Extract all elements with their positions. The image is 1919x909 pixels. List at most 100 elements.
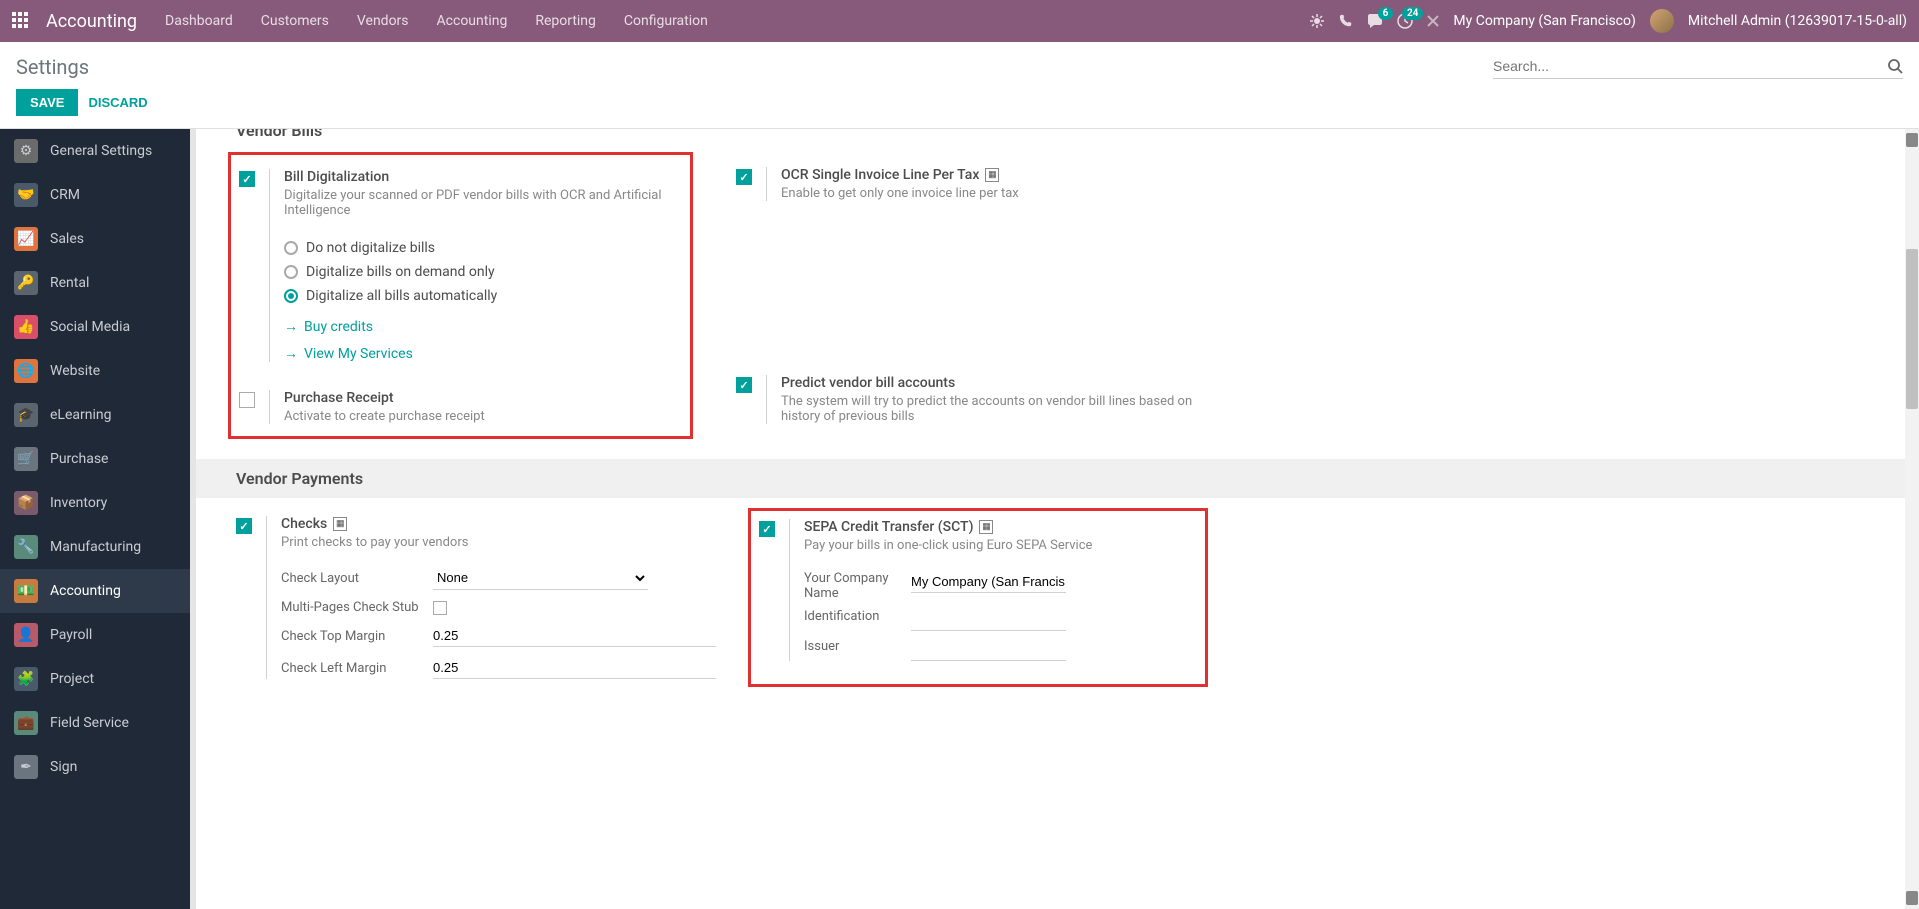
content-scrollbar-thumb[interactable] bbox=[1906, 891, 1918, 905]
sidebar-item-payroll[interactable]: 👤Payroll bbox=[0, 613, 190, 657]
messages-icon[interactable]: 6 bbox=[1367, 13, 1383, 29]
content-wrap: Vendor Bills Bill Digitalization Digital… bbox=[196, 129, 1919, 909]
title-predict: Predict vendor bill accounts bbox=[781, 375, 1216, 391]
checkbox-purchase-receipt[interactable] bbox=[239, 392, 255, 408]
sidebar-item-accounting[interactable]: 💵Accounting bbox=[0, 569, 190, 613]
sidebar-item-website[interactable]: 🌐Website bbox=[0, 349, 190, 393]
nav-customers[interactable]: Customers bbox=[261, 13, 329, 29]
thumbsup-icon: 👍 bbox=[14, 315, 38, 339]
desc-purchase-receipt: Activate to create purchase receipt bbox=[284, 409, 682, 424]
nav-configuration[interactable]: Configuration bbox=[624, 13, 708, 29]
content-scrollbar-thumb[interactable] bbox=[1906, 249, 1918, 409]
money-icon: 💵 bbox=[14, 579, 38, 603]
page-title: Settings bbox=[16, 55, 89, 79]
nav-dashboard[interactable]: Dashboard bbox=[165, 13, 233, 29]
sidebar-item-crm[interactable]: 🤝CRM bbox=[0, 173, 190, 217]
avatar[interactable] bbox=[1650, 9, 1674, 33]
company-switcher[interactable]: My Company (San Francisco) bbox=[1453, 13, 1635, 29]
checkbox-sepa[interactable] bbox=[759, 521, 775, 537]
setting-bill-digitalization: Bill Digitalization Digitalize your scan… bbox=[239, 169, 682, 362]
checkbox-bill-digitalization[interactable] bbox=[239, 171, 255, 187]
checkbox-ocr[interactable] bbox=[736, 169, 752, 185]
sidebar-item-general[interactable]: ⚙General Settings bbox=[0, 129, 190, 173]
nav-vendors[interactable]: Vendors bbox=[357, 13, 409, 29]
wrench-icon: 🔧 bbox=[14, 535, 38, 559]
sidebar-item-rental[interactable]: 🔑Rental bbox=[0, 261, 190, 305]
sidebar-item-elearning[interactable]: 🎓eLearning bbox=[0, 393, 190, 437]
sidebar-item-purchase[interactable]: 🛒Purchase bbox=[0, 437, 190, 481]
highlight-bill-digitalization: Bill Digitalization Digitalize your scan… bbox=[228, 152, 693, 439]
handshake-icon: 🤝 bbox=[14, 183, 38, 207]
activities-icon[interactable]: 24 bbox=[1397, 13, 1413, 29]
globe-icon: 🌐 bbox=[14, 359, 38, 383]
messages-badge: 6 bbox=[1378, 7, 1394, 20]
apps-icon[interactable] bbox=[12, 12, 30, 30]
input-left-margin[interactable] bbox=[433, 657, 716, 679]
activities-badge: 24 bbox=[1402, 7, 1423, 20]
input-top-margin[interactable] bbox=[433, 625, 716, 647]
checkbox-predict[interactable] bbox=[736, 377, 752, 393]
link-view-services[interactable]: →View My Services bbox=[284, 345, 682, 362]
radio-no-digitalize[interactable]: Do not digitalize bills bbox=[284, 236, 682, 260]
sidebar-item-inventory[interactable]: 📦Inventory bbox=[0, 481, 190, 525]
sidebar-item-sales[interactable]: 📈Sales bbox=[0, 217, 190, 261]
label-check-layout: Check Layout bbox=[281, 571, 421, 586]
content-scrollbar-thumb[interactable] bbox=[1906, 133, 1918, 147]
person-icon: 👤 bbox=[14, 623, 38, 647]
sidebar-item-social[interactable]: 👍Social Media bbox=[0, 305, 190, 349]
radio-auto-digitalize[interactable]: Digitalize all bills automatically bbox=[284, 284, 682, 308]
phone-icon[interactable] bbox=[1339, 14, 1353, 28]
sidebar-item-manufacturing[interactable]: 🔧Manufacturing bbox=[0, 525, 190, 569]
nav-reporting[interactable]: Reporting bbox=[535, 13, 596, 29]
sidebar-item-project[interactable]: 🧩Project bbox=[0, 657, 190, 701]
desc-bill-digitalization: Digitalize your scanned or PDF vendor bi… bbox=[284, 188, 682, 218]
link-buy-credits[interactable]: →Buy credits bbox=[284, 318, 682, 335]
checkbox-checks[interactable] bbox=[236, 518, 252, 534]
save-button[interactable]: SAVE bbox=[16, 89, 78, 116]
search-box[interactable] bbox=[1493, 54, 1903, 79]
title-sepa: SEPA Credit Transfer (SCT)▦ bbox=[804, 519, 1197, 535]
desc-ocr: Enable to get only one invoice line per … bbox=[781, 186, 1216, 201]
input-sepa-ident[interactable] bbox=[911, 609, 1066, 631]
arrow-icon: → bbox=[284, 345, 298, 362]
label-sepa-company: Your Company Name bbox=[804, 571, 899, 601]
setting-checks: Checks▦ Print checks to pay your vendors… bbox=[236, 516, 716, 679]
nav-accounting[interactable]: Accounting bbox=[437, 13, 508, 29]
puzzle-icon: 🧩 bbox=[14, 667, 38, 691]
settings-sidebar: ⚙General Settings 🤝CRM 📈Sales 🔑Rental 👍S… bbox=[0, 129, 190, 909]
building-icon: ▦ bbox=[333, 517, 347, 531]
label-multipage: Multi-Pages Check Stub bbox=[281, 600, 421, 615]
building-icon: ▦ bbox=[979, 520, 993, 534]
search-icon[interactable] bbox=[1887, 58, 1903, 74]
user-menu[interactable]: Mitchell Admin (12639017-15-0-all) bbox=[1688, 13, 1907, 29]
checkbox-multipage[interactable] bbox=[433, 601, 447, 615]
pen-icon: ✒ bbox=[14, 755, 38, 779]
section-vendor-payments: Vendor Payments bbox=[196, 459, 1919, 498]
close-icon[interactable] bbox=[1427, 15, 1439, 27]
main: ⚙General Settings 🤝CRM 📈Sales 🔑Rental 👍S… bbox=[0, 129, 1919, 909]
checks-form: Check Layout None Multi-Pages Check Stub… bbox=[281, 566, 716, 679]
input-sepa-company[interactable] bbox=[911, 571, 1066, 593]
top-navbar: Accounting Dashboard Customers Vendors A… bbox=[0, 0, 1919, 42]
box-icon: 📦 bbox=[14, 491, 38, 515]
control-panel: Settings SAVE DISCARD bbox=[0, 42, 1919, 129]
setting-purchase-receipt: Purchase Receipt Activate to create purc… bbox=[239, 390, 682, 424]
sidebar-item-field[interactable]: 💼Field Service bbox=[0, 701, 190, 745]
select-check-layout[interactable]: None bbox=[433, 566, 648, 590]
app-name: Accounting bbox=[46, 11, 137, 32]
desc-checks: Print checks to pay your vendors bbox=[281, 535, 716, 550]
key-icon: 🔑 bbox=[14, 271, 38, 295]
radio-on-demand[interactable]: Digitalize bills on demand only bbox=[284, 260, 682, 284]
navbar-right: 6 24 My Company (San Francisco) Mitchell… bbox=[1309, 9, 1907, 33]
input-sepa-issuer[interactable] bbox=[911, 639, 1066, 661]
sidebar-item-sign[interactable]: ✒Sign bbox=[0, 745, 190, 789]
search-input[interactable] bbox=[1493, 54, 1887, 78]
right-column-vendor-bills: OCR Single Invoice Line Per Tax▦ Enable … bbox=[736, 167, 1166, 424]
content-scrollbar-track[interactable] bbox=[1905, 129, 1919, 909]
label-sepa-ident: Identification bbox=[804, 609, 899, 624]
debug-icon[interactable] bbox=[1309, 13, 1325, 29]
highlight-sepa: SEPA Credit Transfer (SCT)▦ Pay your bil… bbox=[748, 508, 1208, 687]
discard-button[interactable]: DISCARD bbox=[88, 89, 147, 116]
label-sepa-issuer: Issuer bbox=[804, 639, 899, 654]
gear-icon: ⚙ bbox=[14, 139, 38, 163]
